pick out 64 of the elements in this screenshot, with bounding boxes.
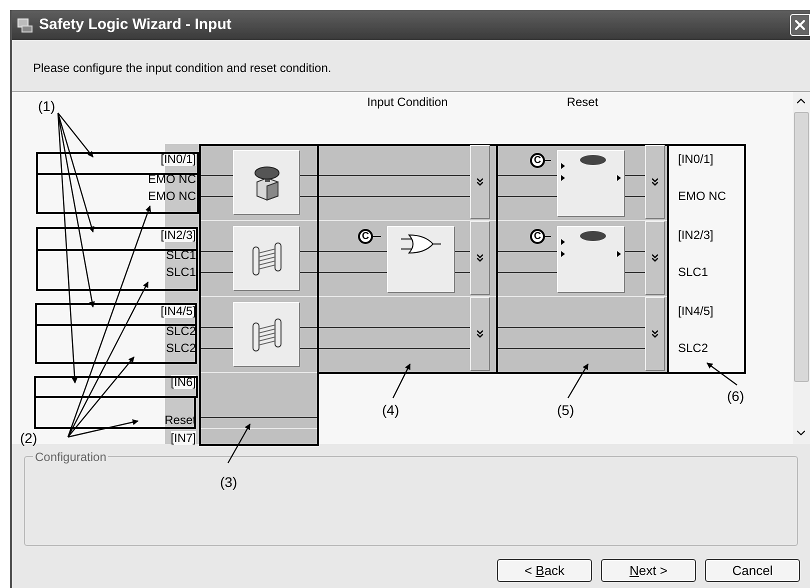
signal-name: EMO NC xyxy=(148,189,196,203)
double-chevron-icon xyxy=(649,252,661,264)
scroll-thumb[interactable] xyxy=(794,112,809,382)
or-gate-icon xyxy=(399,233,443,255)
reset-button-icon xyxy=(559,229,623,259)
callout-label: (4) xyxy=(382,401,400,420)
input-tag: [IN4/5] xyxy=(678,304,745,318)
callout-arrow xyxy=(567,363,589,398)
callout-arrow xyxy=(227,423,251,464)
callout-label: (2) xyxy=(20,429,38,448)
close-button[interactable] xyxy=(790,14,810,36)
expand-button[interactable] xyxy=(645,297,665,371)
light-curtain-icon xyxy=(250,316,284,352)
circled-letter: C xyxy=(530,229,545,244)
signal-name: SLC2 xyxy=(166,324,196,338)
dialog-button[interactable]: Cancel xyxy=(705,559,800,582)
input-tag: [IN4/5] xyxy=(160,304,196,318)
reset-block-button[interactable] xyxy=(557,150,625,217)
circled-letter: C xyxy=(530,153,545,168)
expand-button[interactable] xyxy=(470,145,490,219)
dialog-button[interactable]: Next > xyxy=(601,559,696,582)
signal-name: EMO NC xyxy=(678,189,727,203)
circled-letter: C xyxy=(358,229,373,244)
device-button[interactable] xyxy=(233,226,300,291)
signal-name: SLC1 xyxy=(166,248,196,262)
column-header: Reset xyxy=(566,94,598,111)
callout-label: (6) xyxy=(727,387,744,406)
column-header: Input Condition xyxy=(367,94,448,111)
double-chevron-icon xyxy=(474,252,486,264)
expand-button[interactable] xyxy=(470,221,490,295)
double-chevron-icon xyxy=(649,176,661,188)
input-tag: [IN7] xyxy=(170,431,196,445)
double-chevron-icon xyxy=(649,328,661,340)
input-tag: [IN2/3] xyxy=(160,228,196,242)
callout-label: (1) xyxy=(38,97,56,116)
device-button[interactable] xyxy=(233,150,300,215)
emergency-stop-icon xyxy=(252,164,282,200)
device-button[interactable] xyxy=(233,302,300,367)
window-title: Safety Logic Wizard - Input xyxy=(39,14,232,35)
signal-name: SLC2 xyxy=(166,341,196,355)
instruction-text: Please configure the input condition and reset condition. xyxy=(33,61,332,75)
signal-name: SLC2 xyxy=(678,341,710,355)
expand-button[interactable] xyxy=(645,145,665,219)
callout-label: (3) xyxy=(220,473,238,492)
reset-block-button[interactable] xyxy=(557,226,625,293)
expand-button[interactable] xyxy=(645,221,665,295)
callout-label: (5) xyxy=(557,401,574,420)
close-icon xyxy=(792,17,808,33)
double-chevron-icon xyxy=(474,176,486,188)
dialog-button[interactable]: < Back xyxy=(497,559,592,582)
input-tag: [IN0/1] xyxy=(678,152,745,166)
reset-button-icon xyxy=(559,153,623,183)
light-curtain-icon xyxy=(250,240,284,276)
vertical-scrollbar[interactable] xyxy=(793,92,810,444)
double-chevron-icon xyxy=(474,328,486,340)
callout-arrow xyxy=(706,362,738,386)
signal-name: SLC1 xyxy=(166,265,196,279)
input-tag: [IN2/3] xyxy=(678,228,745,242)
signal-name: EMO NC xyxy=(148,172,196,186)
logic-block-button[interactable] xyxy=(387,226,455,293)
computer-icon xyxy=(17,17,33,33)
signal-name: SLC1 xyxy=(678,265,710,279)
callout-arrow xyxy=(392,363,411,398)
expand-button[interactable] xyxy=(470,297,490,371)
